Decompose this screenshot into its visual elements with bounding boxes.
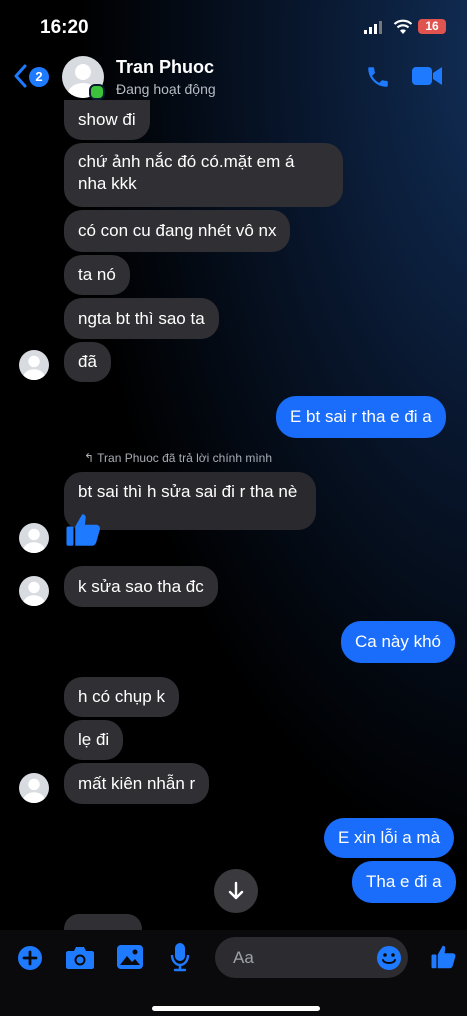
message-outgoing[interactable]: Tha e đi a [352, 861, 456, 903]
scroll-to-bottom-button[interactable] [214, 869, 258, 913]
message-text: chứ ảnh nắc đó có.mặt em á [78, 152, 295, 171]
sender-avatar[interactable] [19, 523, 49, 553]
message-text: k sửa sao tha đc [78, 577, 204, 596]
contact-name[interactable]: Tran Phuoc [116, 57, 214, 78]
battery-indicator: 16 [418, 19, 446, 34]
avatar-placeholder-icon [23, 581, 45, 606]
message-outgoing[interactable]: E bt sai r tha e đi a [276, 396, 446, 438]
reply-note: ↰ Tran Phuoc đã trả lời chính mình [84, 451, 272, 465]
home-indicator [152, 1006, 320, 1011]
contact-status: Đang hoạt động [116, 81, 216, 97]
avatar-placeholder-icon [23, 778, 45, 803]
message-outgoing[interactable]: E xin lỗi a mà [324, 818, 455, 858]
message-text: E bt sai r tha e đi a [290, 407, 432, 426]
emoji-icon[interactable] [376, 945, 402, 971]
message-text: E xin lỗi a mà [338, 828, 441, 847]
plus-icon[interactable] [17, 945, 43, 971]
online-indicator [89, 84, 105, 100]
video-camera-icon[interactable] [411, 65, 443, 87]
thumbs-up-icon[interactable] [429, 942, 459, 972]
message-text: h có chụp k [78, 687, 165, 706]
message-incoming[interactable]: ta nó [64, 255, 130, 295]
message-incoming[interactable]: đã [64, 342, 111, 382]
message-outgoing[interactable]: Ca này khó [341, 621, 455, 663]
camera-icon[interactable] [65, 945, 95, 970]
reply-note-text: Tran Phuoc đã trả lời chính mình [97, 451, 273, 465]
back-chevron-icon[interactable] [13, 64, 27, 88]
message-incoming[interactable]: có con cu đang nhét vô nx [64, 210, 291, 252]
message-incoming[interactable]: h có chụp k [64, 677, 179, 717]
message-text: ta nó [78, 265, 116, 284]
message-text: có con cu đang nhét vô nx [78, 221, 277, 240]
message-text: ngta bt thì sao ta [78, 309, 205, 328]
message-text: lẹ đi [78, 730, 110, 749]
message-incoming[interactable]: mất kiên nhẫn r [64, 763, 210, 804]
reply-arrow-icon: ↰ [84, 451, 98, 465]
message-incoming[interactable]: ngta bt thì sao ta [64, 298, 219, 339]
thumbs-up-icon[interactable] [63, 509, 105, 551]
message-text: show đi [78, 110, 136, 129]
message-text: mất kiên nhẫn r [78, 774, 196, 793]
avatar-placeholder-icon [23, 355, 45, 380]
message-incoming[interactable]: show đi [64, 100, 150, 140]
arrow-down-icon [228, 881, 244, 900]
message-incoming[interactable]: chứ ảnh nắc đó có.mặt em á nha kkk [64, 143, 343, 207]
message-incoming[interactable]: lẹ đi [64, 720, 124, 760]
message-incoming[interactable]: k sửa sao tha đc [64, 566, 218, 607]
microphone-icon[interactable] [170, 942, 190, 972]
sender-avatar[interactable] [19, 773, 49, 803]
sender-avatar[interactable] [19, 576, 49, 606]
wifi-icon [393, 19, 413, 34]
message-input-placeholder: Aa [233, 948, 254, 967]
cellular-signal-icon [364, 21, 382, 34]
sender-avatar[interactable] [19, 350, 49, 380]
message-text: Ca này khó [355, 632, 441, 651]
status-time: 16:20 [40, 17, 89, 38]
gallery-icon[interactable] [116, 944, 144, 970]
message-text: nha kkk [78, 174, 137, 193]
phone-icon[interactable] [365, 64, 391, 90]
message-text: bt sai thì h sửa sai đi r tha nè [78, 482, 298, 501]
avatar-placeholder-icon [23, 528, 45, 553]
message-text: đã [78, 352, 97, 371]
message-text: Tha e đi a [366, 872, 442, 891]
unread-badge[interactable]: 2 [29, 67, 49, 87]
